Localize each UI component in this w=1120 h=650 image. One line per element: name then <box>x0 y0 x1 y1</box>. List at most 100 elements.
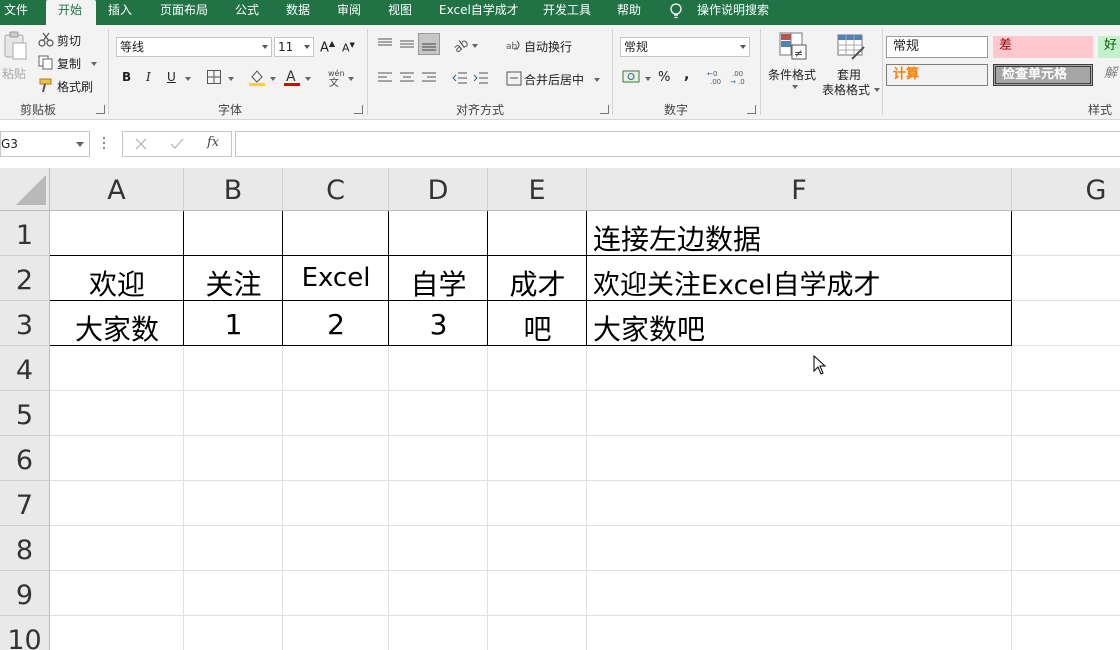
cut-button[interactable]: 剪切 <box>38 30 88 48</box>
paste-button[interactable]: 粘贴 <box>2 31 30 87</box>
font-launcher[interactable] <box>354 105 363 114</box>
cell-b3[interactable]: 1 <box>184 308 283 341</box>
wrap-text-button[interactable]: ab 自动换行 <box>506 37 586 55</box>
font-size-dropdown[interactable]: 11 <box>274 37 314 57</box>
cell-a2[interactable]: 欢迎 <box>50 263 184 303</box>
cell-e3[interactable]: 吧 <box>488 308 587 348</box>
cell-d3[interactable]: 3 <box>389 308 488 341</box>
tab-help[interactable]: 帮助 <box>617 0 641 25</box>
underline-dropdown-arrow[interactable] <box>185 77 191 81</box>
accounting-format-icon[interactable] <box>622 69 642 85</box>
style-normal[interactable]: 常规 <box>886 36 988 58</box>
align-left-icon[interactable] <box>377 71 393 85</box>
cell-f3[interactable]: 大家数吧 <box>593 308 705 348</box>
row-header-3[interactable]: 3 <box>0 301 50 346</box>
copy-dropdown-arrow[interactable] <box>91 62 97 66</box>
decrease-decimal-icon[interactable]: .00 → .0 <box>730 69 750 85</box>
align-middle-icon[interactable] <box>399 37 415 51</box>
increase-decimal-icon[interactable]: ← 0 .00 <box>707 69 727 85</box>
tab-excel-zixue[interactable]: Excel自学成才 <box>439 0 519 25</box>
number-format-dropdown[interactable]: 常规 <box>620 37 750 57</box>
cell-c3[interactable]: 2 <box>283 308 389 341</box>
format-table-dropdown-arrow[interactable] <box>874 88 880 92</box>
row-header-2[interactable]: 2 <box>0 256 50 301</box>
increase-font-icon[interactable]: A▲ <box>320 39 335 55</box>
style-calculation[interactable]: 计算 <box>886 64 988 86</box>
merge-dropdown-arrow[interactable] <box>594 78 600 82</box>
font-color-icon[interactable]: A <box>283 68 301 86</box>
increase-indent-icon[interactable] <box>473 70 489 86</box>
orientation-icon[interactable]: ab <box>452 37 470 53</box>
underline-button[interactable]: U <box>167 70 176 84</box>
decrease-font-icon[interactable]: A▼ <box>342 41 355 55</box>
phonetic-icon[interactable]: wén 文 <box>326 67 346 87</box>
style-explanatory[interactable]: 解 <box>1098 64 1120 86</box>
borders-dropdown-arrow[interactable] <box>228 77 234 81</box>
cell-b2[interactable]: 关注 <box>184 263 283 303</box>
column-header-g[interactable]: G <box>1012 168 1120 211</box>
align-center-icon[interactable] <box>399 71 415 85</box>
conditional-formatting-button[interactable]: ≠ 条件格式 <box>766 31 818 95</box>
font-name-dropdown[interactable]: 等线 <box>116 37 272 57</box>
copy-button[interactable]: 复制 <box>38 53 98 71</box>
orientation-dropdown-arrow[interactable] <box>472 44 478 48</box>
tab-review[interactable]: 审阅 <box>337 0 361 25</box>
row-header-10[interactable]: 10 <box>0 616 50 650</box>
formula-input[interactable] <box>235 131 1120 157</box>
style-check-cell[interactable]: 检查单元格 <box>993 64 1093 86</box>
decrease-indent-icon[interactable] <box>452 70 468 86</box>
italic-button[interactable]: I <box>146 70 151 84</box>
column-header-a[interactable]: A <box>50 168 184 211</box>
align-right-icon[interactable] <box>421 71 437 85</box>
phonetic-dropdown-arrow[interactable] <box>348 77 354 81</box>
fill-color-icon[interactable] <box>248 68 266 86</box>
fill-color-dropdown-arrow[interactable] <box>270 77 276 81</box>
style-bad[interactable]: 差 <box>993 36 1093 58</box>
align-top-icon[interactable] <box>377 37 393 51</box>
row-header-1[interactable]: 1 <box>0 211 50 256</box>
name-box[interactable]: G3 <box>0 131 90 157</box>
tab-home[interactable]: 开始 <box>46 0 96 25</box>
row-header-7[interactable]: 7 <box>0 481 50 526</box>
comma-button[interactable]: , <box>684 67 689 83</box>
cell-f1[interactable]: 连接左边数据 <box>593 218 761 258</box>
cell-f2[interactable]: 欢迎关注Excel自学成才 <box>593 263 881 302</box>
column-header-d[interactable]: D <box>389 168 488 211</box>
alignment-launcher[interactable] <box>600 105 609 114</box>
row-header-6[interactable]: 6 <box>0 436 50 481</box>
percent-button[interactable]: % <box>658 70 670 85</box>
conditional-dropdown-arrow[interactable] <box>792 85 798 89</box>
merge-center-button[interactable]: 合并后居中 <box>506 70 602 88</box>
tab-data[interactable]: 数据 <box>286 0 310 25</box>
number-launcher[interactable] <box>747 105 756 114</box>
font-color-dropdown-arrow[interactable] <box>305 77 311 81</box>
clipboard-launcher[interactable] <box>96 105 105 114</box>
format-as-table-button[interactable]: 套用 表格格式 <box>820 31 880 97</box>
column-header-f[interactable]: F <box>587 168 1012 211</box>
column-header-c[interactable]: C <box>283 168 389 211</box>
column-header-e[interactable]: E <box>488 168 587 211</box>
cell-c2[interactable]: Excel <box>283 263 389 293</box>
row-header-8[interactable]: 8 <box>0 526 50 571</box>
row-header-4[interactable]: 4 <box>0 346 50 391</box>
tab-view[interactable]: 视图 <box>388 0 412 25</box>
enter-check-icon[interactable] <box>170 138 184 150</box>
format-painter-button[interactable]: 格式刷 <box>38 76 98 94</box>
borders-icon[interactable] <box>206 69 222 85</box>
accounting-dropdown-arrow[interactable] <box>645 77 651 81</box>
worksheet-grid[interactable]: A B C D E F G 1 2 3 4 5 6 7 8 9 10 连接左边数… <box>0 168 1120 650</box>
insert-function-icon[interactable]: fx <box>207 135 219 150</box>
align-bottom-button[interactable] <box>418 33 440 55</box>
cell-e2[interactable]: 成才 <box>488 263 587 303</box>
row-header-5[interactable]: 5 <box>0 391 50 436</box>
select-all-corner[interactable] <box>0 168 50 211</box>
cell-a3[interactable]: 大家数 <box>50 308 184 348</box>
tab-insert[interactable]: 插入 <box>108 0 132 25</box>
search-box[interactable]: 操作说明搜索 <box>697 0 769 25</box>
row-header-9[interactable]: 9 <box>0 571 50 616</box>
tab-file[interactable]: 文件 <box>4 0 28 25</box>
cell-d2[interactable]: 自学 <box>389 263 488 303</box>
tab-formulas[interactable]: 公式 <box>235 0 259 25</box>
style-good[interactable]: 好 <box>1098 36 1120 58</box>
cancel-icon[interactable] <box>135 138 147 150</box>
